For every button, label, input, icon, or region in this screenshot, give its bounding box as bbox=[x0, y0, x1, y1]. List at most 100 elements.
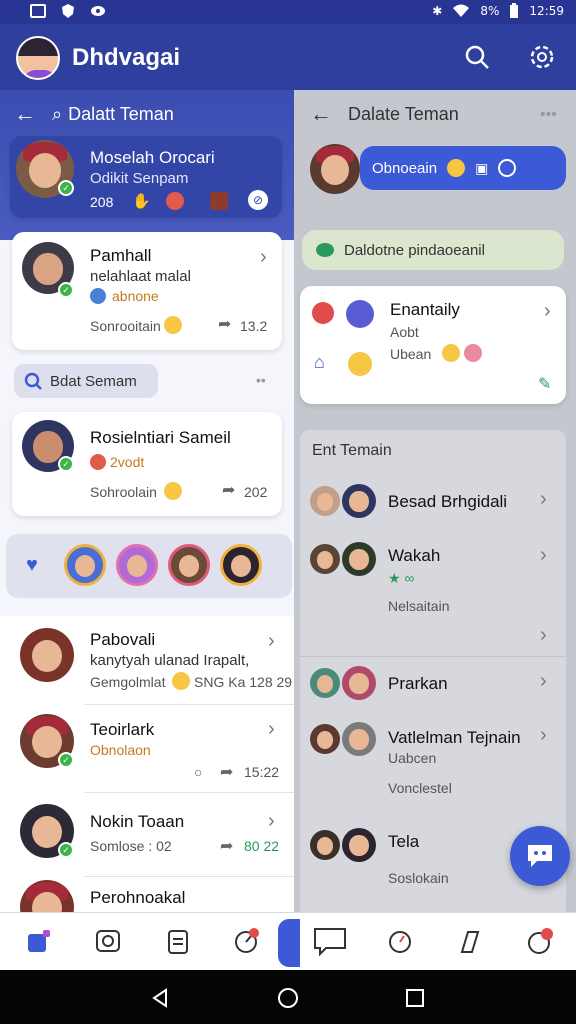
list-item[interactable]: Perohnoakal bbox=[0, 880, 294, 912]
battery-percent: 8% bbox=[480, 4, 500, 18]
recents-icon[interactable] bbox=[405, 988, 425, 1008]
chevron-right-icon[interactable]: › bbox=[268, 810, 275, 833]
chat-icon[interactable] bbox=[312, 923, 348, 959]
notification-icon[interactable] bbox=[522, 923, 558, 959]
list-item-name: Wakah bbox=[388, 546, 441, 565]
timer-icon[interactable] bbox=[228, 923, 264, 959]
home-icon: ⌂ bbox=[314, 352, 325, 372]
search-icon[interactable] bbox=[462, 42, 492, 72]
link-icon[interactable]: ⊘ bbox=[248, 190, 268, 210]
friend-stat: 13.2 bbox=[240, 318, 268, 334]
back-arrow-icon[interactable]: ← bbox=[14, 101, 36, 127]
list-item-name: Besad Brhgidali bbox=[388, 492, 508, 511]
smile-icon bbox=[164, 482, 182, 500]
user-avatar[interactable] bbox=[16, 36, 60, 80]
search-pill[interactable]: Bdat Semam bbox=[14, 364, 158, 398]
list-item-name: Prarkan bbox=[388, 674, 448, 693]
chevron-right-icon[interactable]: › bbox=[268, 718, 275, 741]
wifi-icon bbox=[453, 4, 470, 17]
friend-card[interactable]: ✓ Rosielntiari Sameil 2vodt Sohroolain ➦… bbox=[12, 412, 282, 516]
online-badge-icon: ✓ bbox=[58, 842, 74, 858]
eye-icon bbox=[91, 6, 105, 16]
list-item-text: Obnolaon bbox=[90, 742, 151, 758]
story-avatar[interactable] bbox=[116, 544, 158, 586]
list-item[interactable]: Prarkan › bbox=[300, 664, 566, 708]
story-avatar[interactable] bbox=[220, 544, 262, 586]
chevron-right-icon[interactable]: › bbox=[260, 246, 267, 269]
friend-tag: abnone bbox=[112, 288, 159, 304]
info-pill[interactable]: Daldotne pindaoeanil bbox=[302, 230, 564, 270]
gear-icon[interactable] bbox=[527, 42, 557, 72]
chevron-right-icon[interactable]: › bbox=[544, 300, 551, 323]
back-icon[interactable] bbox=[150, 988, 170, 1008]
list-item-name: Teoirlark bbox=[90, 720, 155, 739]
online-badge-icon: ✓ bbox=[58, 180, 74, 196]
list-item-text: Uabcen bbox=[388, 750, 437, 766]
chevron-right-icon[interactable]: › bbox=[540, 544, 547, 567]
list-item[interactable]: Wakah ★ ∞ Nelsaitain › › bbox=[300, 540, 566, 646]
share-icon[interactable]: ➦ bbox=[222, 480, 235, 500]
story-avatar[interactable] bbox=[168, 544, 210, 586]
profile-card[interactable]: ✓ Moselah Orocari Odikit Senpam 208 ✋ ⊘ bbox=[10, 136, 282, 218]
music-icon[interactable] bbox=[452, 923, 488, 959]
chevron-right-icon[interactable]: › bbox=[540, 488, 547, 511]
chat-action[interactable]: Sonrooitain bbox=[90, 318, 161, 334]
friend-card[interactable]: ⌂ Enantaily Aobt Ubean › ✎ bbox=[300, 286, 566, 404]
more-dots-icon[interactable]: •• bbox=[256, 372, 266, 388]
smile-icon bbox=[447, 159, 466, 177]
list-item-text: Gemgolmlat bbox=[90, 674, 166, 690]
list-item[interactable]: Vatlelman Tejnain Uabcen Vonclestel › bbox=[300, 720, 566, 810]
app-header: Dhdvagai bbox=[0, 24, 576, 90]
edit-icon[interactable]: ✎ bbox=[538, 374, 551, 394]
chevron-right-icon[interactable]: › bbox=[540, 624, 547, 647]
new-chat-button[interactable] bbox=[510, 826, 570, 886]
story-avatar[interactable] bbox=[64, 544, 106, 586]
share-icon[interactable]: ➦ bbox=[220, 762, 233, 782]
list-item-meta: 80 22 bbox=[244, 838, 280, 854]
profile-status: Odikit Senpam bbox=[90, 170, 189, 187]
list-item-name: Tela bbox=[388, 832, 420, 851]
list-avatar bbox=[20, 880, 74, 912]
friend-card[interactable]: ✓ Pamhall nelahlaat malal abnone › Sonro… bbox=[12, 232, 282, 350]
chevron-right-icon[interactable]: › bbox=[540, 670, 547, 693]
list-item-name: Vatlelman Tejnain bbox=[388, 728, 521, 747]
friend-name: Enantaily bbox=[390, 300, 460, 319]
bluetooth-icon: ✱ bbox=[432, 4, 443, 18]
list-item[interactable]: ✓ Teoirlark Obnolaon ○ ➦ 15:22 › bbox=[0, 710, 294, 796]
clipboard-icon[interactable] bbox=[160, 923, 196, 959]
list-item[interactable]: Pabovali kanytyah ulanad Irapalt, Gemgol… bbox=[0, 620, 294, 706]
list-item-text: kanytyah ulanad Irapalt, bbox=[90, 652, 250, 669]
chevron-right-icon[interactable]: › bbox=[268, 630, 275, 653]
home-icon[interactable] bbox=[20, 923, 56, 959]
sticker-icon bbox=[498, 159, 517, 177]
more-dots-icon[interactable]: ••• bbox=[540, 106, 557, 124]
stopwatch-icon[interactable] bbox=[382, 923, 418, 959]
friend-name: Rosielntiari Sameil bbox=[90, 428, 231, 447]
list-item-text: Somlose : 02 bbox=[90, 838, 172, 854]
list-item[interactable]: Besad Brhgidali › bbox=[300, 480, 566, 530]
list-item-text: Soslokain bbox=[388, 870, 449, 886]
right-subheader: ← Dalate Teman bbox=[310, 94, 459, 134]
share-icon[interactable]: ➦ bbox=[220, 836, 233, 856]
gift-icon: ▣ bbox=[475, 159, 489, 176]
smile-icon bbox=[172, 672, 190, 690]
friend-tag: 2vodt bbox=[110, 454, 145, 470]
chevron-right-icon[interactable]: › bbox=[540, 724, 547, 747]
chat-action[interactable]: Sohroolain bbox=[90, 484, 157, 500]
gift-icon bbox=[210, 192, 228, 210]
clock-icon: ○ bbox=[194, 764, 203, 780]
list-item-meta: 15:22 bbox=[244, 764, 280, 780]
home-button-icon[interactable] bbox=[277, 987, 299, 1009]
pane-handle[interactable] bbox=[278, 919, 300, 967]
message-bubble[interactable]: Obnoeain ▣ bbox=[360, 146, 566, 190]
screenshot-icon bbox=[30, 4, 46, 18]
share-icon[interactable]: ➦ bbox=[218, 314, 231, 334]
profile-name: Moselah Orocari bbox=[90, 148, 215, 167]
system-nav-bar bbox=[0, 970, 576, 1024]
back-arrow-icon[interactable]: ← bbox=[310, 101, 332, 127]
camera-icon[interactable] bbox=[90, 923, 126, 959]
wave-icon bbox=[346, 300, 374, 328]
heart-icon[interactable]: ♥ bbox=[26, 554, 38, 577]
list-item-name: Nokin Toaan bbox=[90, 812, 185, 831]
list-item[interactable]: ✓ Nokin Toaan Somlose : 02 ➦ 80 22 › bbox=[0, 800, 294, 886]
